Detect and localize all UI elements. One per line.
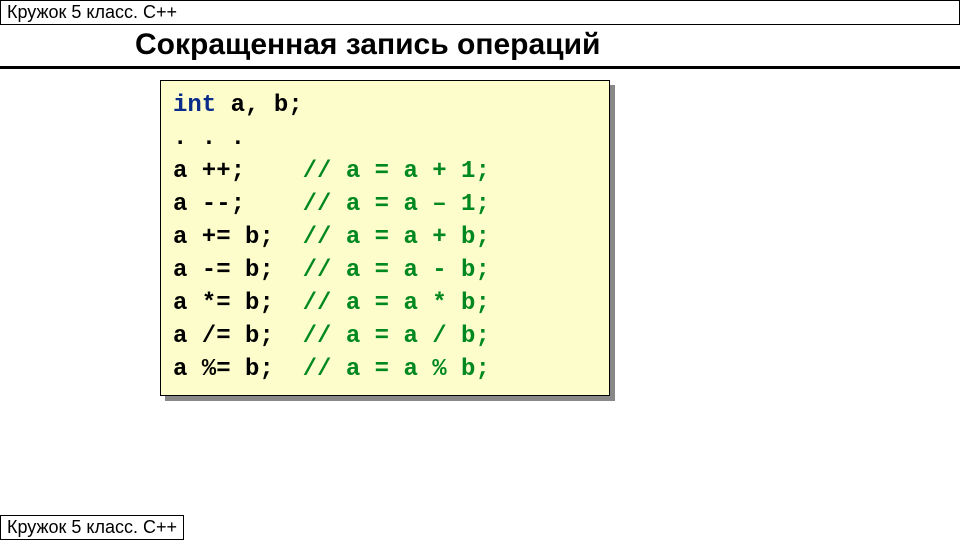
comment-3: // a = a + b; [303,224,490,251]
stmt-3: a += b; [173,224,303,251]
code-block: int a, b; . . . a ++; // a = a + 1; a --… [160,80,610,396]
stmt-7: a %= b; [173,356,303,383]
comment-2: // a = a – 1; [303,191,490,218]
stmt-4: a -= b; [173,257,303,284]
comment-1: // a = a + 1; [303,158,490,185]
comment-7: // a = a % b; [303,356,490,383]
title-underline [0,66,960,69]
comment-6: // a = a / b; [303,323,490,350]
keyword-int: int [173,92,216,119]
stmt-1: a ++; [173,158,303,185]
stmt-6: a /= b; [173,323,303,350]
stmt-2: a --; [173,191,303,218]
footer-label: Кружок 5 класс. С++ [0,515,184,540]
stmt-5: a *= b; [173,290,303,317]
declaration: a, b; [216,92,302,119]
comment-4: // a = a - b; [303,257,490,284]
comment-5: // a = a * b; [303,290,490,317]
slide-title: Сокращенная запись операций [135,28,600,62]
header-label: Кружок 5 класс. С++ [0,0,960,25]
ellipsis: . . . [173,125,245,152]
